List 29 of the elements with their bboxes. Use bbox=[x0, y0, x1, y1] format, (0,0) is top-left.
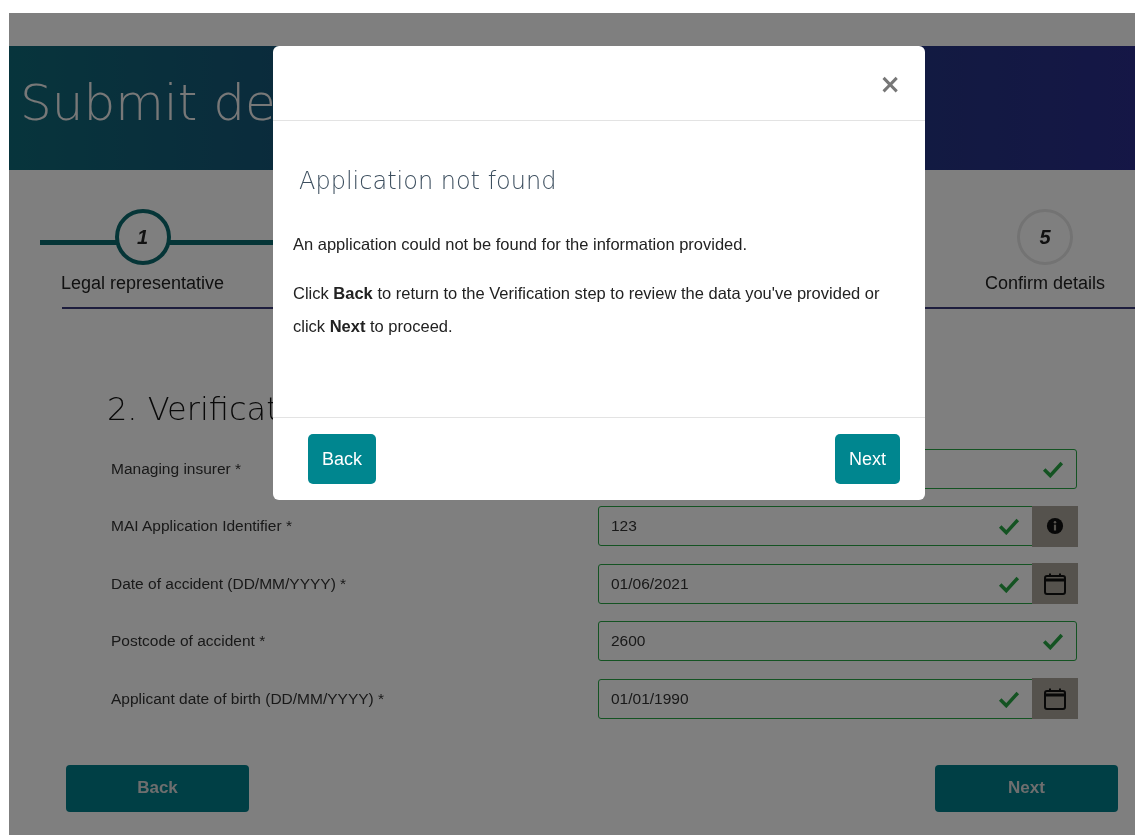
next-button[interactable]: Next bbox=[835, 434, 900, 484]
dialog-message: Click Back to return to the Verification step to review the data you've provided or click Next to proceed. bbox=[293, 283, 881, 337]
section-heading: 2. Verificat bbox=[107, 390, 280, 428]
step-circle[interactable]: 5 bbox=[1016, 209, 1073, 265]
step-label: Legal representative bbox=[61, 273, 225, 294]
next-button[interactable]: Next bbox=[935, 764, 1118, 812]
field-label: Managing insurer * bbox=[110, 459, 243, 478]
back-button[interactable]: Back bbox=[66, 764, 249, 812]
info-icon bbox=[1045, 517, 1064, 536]
close-button[interactable]: × bbox=[875, 69, 905, 99]
input-field[interactable]: 2600 bbox=[598, 621, 1077, 662]
info-button[interactable] bbox=[1031, 505, 1078, 547]
step-circle[interactable]: 1 bbox=[114, 209, 171, 265]
field-label: Postcode of accident * bbox=[110, 632, 267, 651]
input-field[interactable]: 123 bbox=[598, 506, 1077, 547]
dialog-message: An application could not be found for the information provided. bbox=[293, 234, 749, 255]
field-label: Date of accident (DD/MM/YYYY) * bbox=[110, 574, 348, 593]
back-button[interactable]: Back bbox=[308, 434, 377, 484]
field-label: Applicant date of birth (DD/MM/YYYY) * bbox=[110, 689, 386, 708]
page-title: Submit de bbox=[20, 74, 276, 132]
calendar-icon bbox=[1042, 686, 1067, 711]
calendar-button[interactable] bbox=[1031, 563, 1078, 605]
dialog-title: Application not found bbox=[299, 167, 558, 195]
calendar-icon bbox=[1042, 571, 1067, 596]
calendar-button[interactable] bbox=[1031, 678, 1078, 720]
field-label: MAI Application Identifier * bbox=[110, 517, 293, 536]
step-label: Confirm details bbox=[984, 273, 1105, 294]
input-field[interactable]: 01/01/1990 bbox=[598, 678, 1077, 719]
input-field[interactable]: 01/06/2021 bbox=[598, 563, 1077, 604]
